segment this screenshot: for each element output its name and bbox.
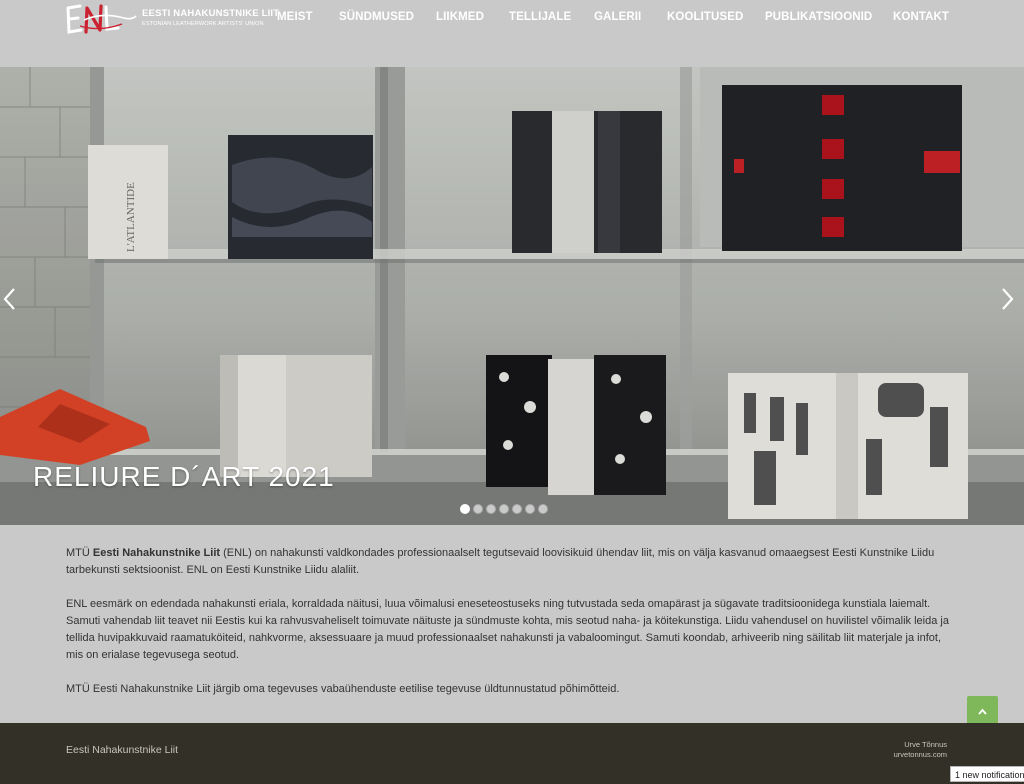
slide-image: L'ATLANTIDE [0,67,1024,525]
slide-caption: RELIURE D´ART 2021 [33,461,335,492]
credit-name: Urve Tõnnus [904,740,947,749]
site-footer: Eesti Nahakunstnike Liit Urve Tõnnus urv… [0,723,1024,784]
slider-next-button[interactable] [997,285,1017,313]
nav-item-publikatsioonid[interactable]: PUBLIKATSIOONID [765,11,872,23]
notification-toast[interactable]: 1 new notification [950,766,1024,782]
nav-item-kontakt[interactable]: KONTAKT [893,11,949,23]
about-paragraph-1: MTÜ Eesti Nahakunstnike Liit (ENL) on na… [66,547,935,576]
about-paragraph-2: ENL eesmärk on edendada nahakunsti erial… [66,598,949,661]
slider-dot[interactable] [499,504,509,514]
hero-slider[interactable]: L'ATLANTIDE RELIURE D´ART 2021 [0,67,1024,525]
slider-dot[interactable] [538,504,548,514]
site-header: EESTI NAHAKUNSTNIKE LIIT ESTONIAN LEATHE… [0,0,1024,67]
org-name: Eesti Nahakunstnike Liit [92,547,221,559]
nav-item-sundmused[interactable]: SÜNDMUSED [339,11,414,23]
slider-dot[interactable] [512,504,522,514]
nav-item-koolitused[interactable]: KOOLITUSED [667,11,743,23]
site-logo[interactable]: EESTI NAHAKUNSTNIKE LIIT ESTONIAN LEATHE… [66,2,279,36]
slider-prev-button[interactable] [0,285,20,313]
nav-item-liikmed[interactable]: LIIKMED [436,11,484,23]
footer-credit: Urve Tõnnus urvetonnus.com [860,740,947,760]
about-section: MTÜ Eesti Nahakunstnike Liit (ENL) on na… [66,545,956,715]
about-paragraph-3: MTÜ Eesti Nahakunstnike Liit järgib oma … [66,683,620,695]
slider-dot[interactable] [486,504,496,514]
nav-item-galerii[interactable]: GALERII [594,11,641,23]
footer-org-name: Eesti Nahakunstnike Liit [66,744,179,756]
chevron-right-icon [1002,288,1014,310]
logo-subtitle: ESTONIAN LEATHERWORK ARTISTS' UNION [142,21,264,27]
slider-dot[interactable] [460,504,470,514]
enl-logo-mark [66,4,137,34]
nav-item-tellijale[interactable]: TELLIJALE [509,11,571,23]
chevron-left-icon [3,288,15,310]
slider-dot[interactable] [525,504,535,514]
nav-item-meist[interactable]: MEIST [277,11,313,23]
logo-title: EESTI NAHAKUNSTNIKE LIIT [142,8,280,19]
credit-link[interactable]: urvetonnus.com [860,750,947,760]
slider-dot[interactable] [473,504,483,514]
